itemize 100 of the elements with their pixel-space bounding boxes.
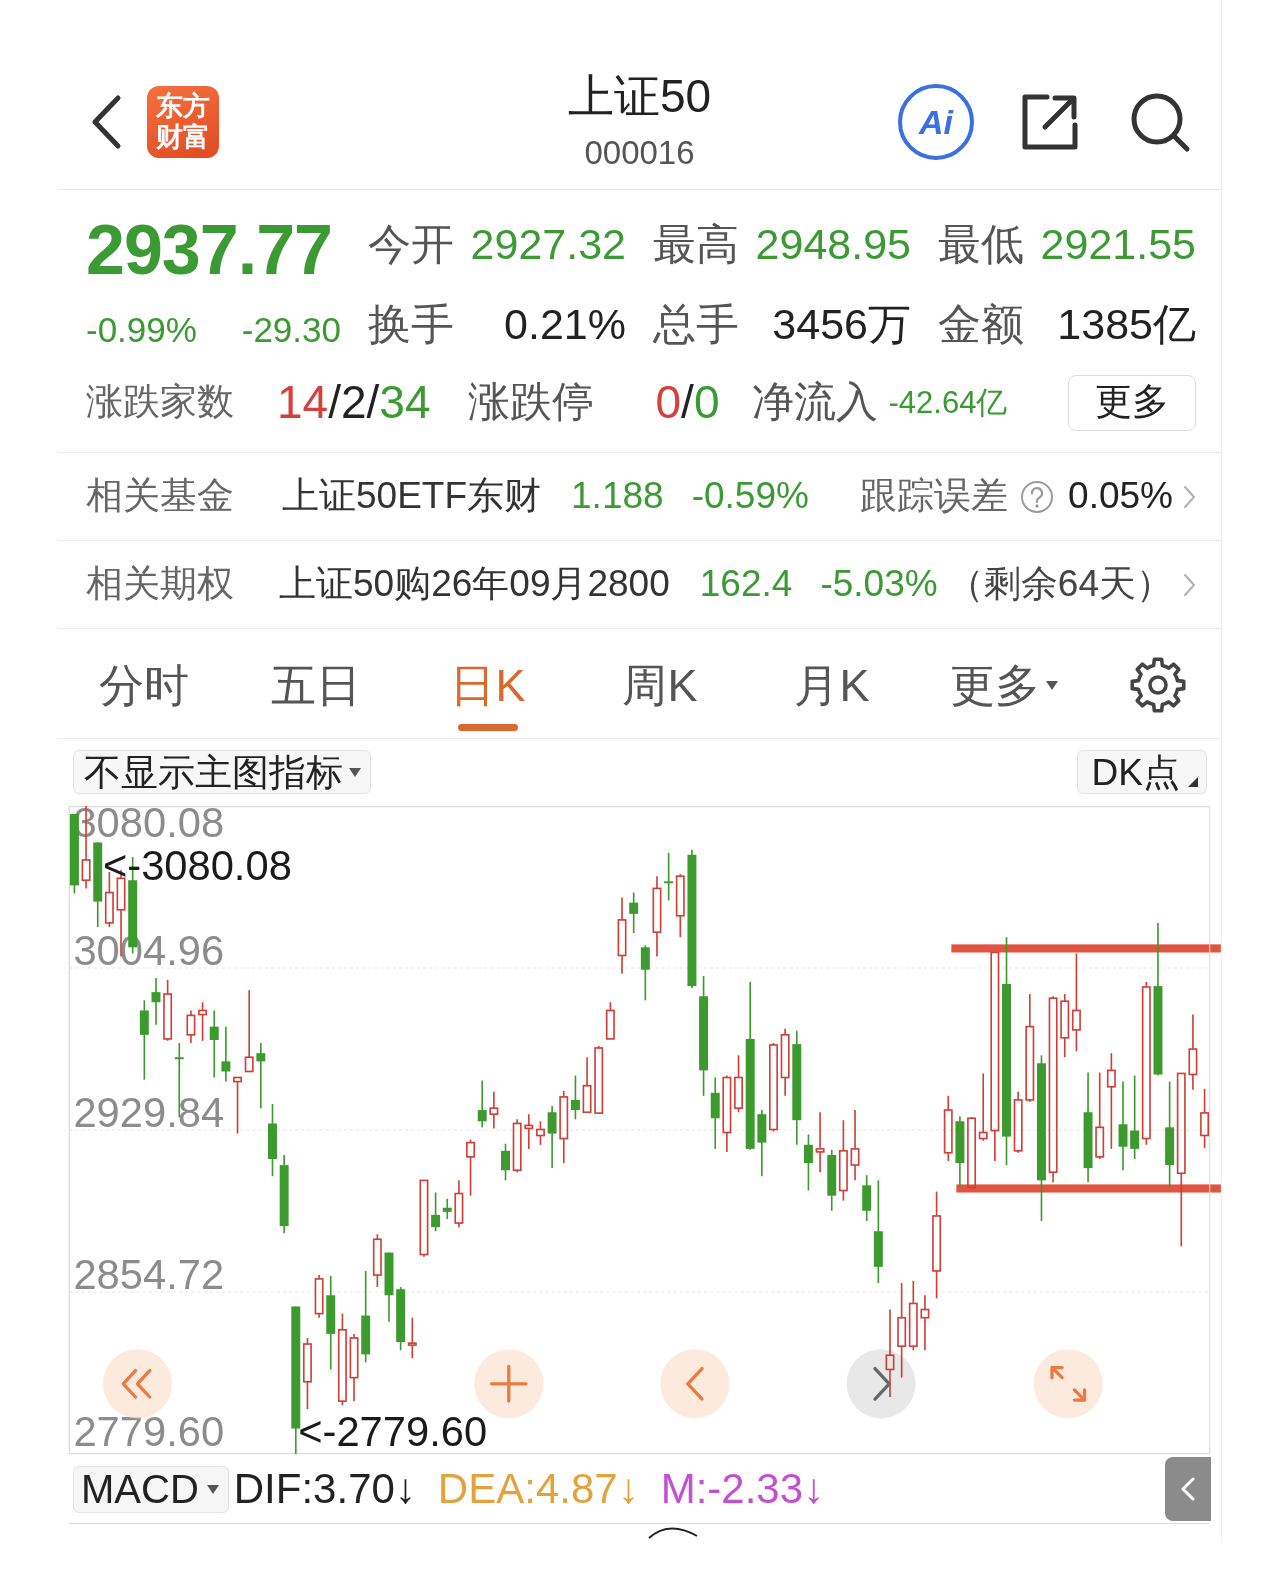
caret-icon xyxy=(206,1484,219,1494)
stat-value: 2921.55 xyxy=(1040,219,1196,271)
axis-label: 2929.84 xyxy=(73,1089,225,1136)
indicator-dropdown[interactable]: 不显示主图指标 xyxy=(73,750,371,794)
candle xyxy=(233,1076,242,1135)
days-remaining: （剩余64天） xyxy=(946,562,1173,607)
limit-label: 涨跌停 xyxy=(467,377,594,428)
corner-triangle-icon xyxy=(1188,777,1198,787)
back-icon[interactable] xyxy=(90,94,122,150)
macd-value: DIF:3.70↓ xyxy=(233,1463,416,1514)
index-code: 000016 xyxy=(584,133,695,173)
dk-button[interactable]: DK点 xyxy=(1076,750,1207,794)
candle xyxy=(640,944,650,1002)
stat-label: 金额 xyxy=(938,299,1024,351)
candle xyxy=(734,1054,743,1114)
collapse-button[interactable] xyxy=(1165,1457,1211,1521)
candle xyxy=(547,1105,557,1169)
candle xyxy=(920,1294,930,1352)
candle xyxy=(594,1045,604,1114)
candle xyxy=(163,979,173,1042)
candle xyxy=(757,1109,767,1178)
candle xyxy=(815,1111,825,1173)
stat-value: 1385亿 xyxy=(1057,299,1196,351)
fast-back-button[interactable] xyxy=(102,1349,173,1419)
candle xyxy=(477,1079,487,1129)
more-button[interactable]: 更多 xyxy=(1068,374,1196,431)
chevron-left-icon xyxy=(1181,1477,1195,1501)
app-logo: 东方财富 xyxy=(147,86,219,158)
option-name: 上证50购26年09月2800 xyxy=(279,562,670,607)
fund-change: -0.59% xyxy=(691,474,809,519)
candle xyxy=(582,1056,592,1114)
advance-decline-label: 涨跌家数 xyxy=(86,380,234,425)
settings-icon[interactable] xyxy=(1130,657,1186,713)
plus-icon xyxy=(489,1364,528,1403)
candle xyxy=(489,1090,499,1130)
macd-value: M:-2.33↓ xyxy=(660,1463,825,1514)
chevron-right-icon xyxy=(1183,484,1196,509)
related-label: 相关期权 xyxy=(86,562,234,607)
stat-label: 总手 xyxy=(653,299,739,351)
period-tab[interactable]: 月K xyxy=(786,647,878,731)
indicator-dropdown[interactable]: MACD xyxy=(73,1465,229,1513)
stat-value: 3456万 xyxy=(772,299,911,351)
period-tab[interactable]: 周K xyxy=(614,647,706,731)
expand-icon xyxy=(1050,1365,1087,1402)
candle xyxy=(466,1138,476,1197)
option-price: 162.4 xyxy=(699,562,793,607)
search-icon[interactable] xyxy=(1129,91,1191,153)
chevron-right-icon xyxy=(1183,572,1196,597)
curve-drawing xyxy=(647,1524,699,1539)
index-title: 上证50 xyxy=(567,69,712,123)
next-button[interactable] xyxy=(846,1349,916,1419)
candle xyxy=(151,977,161,1026)
limit-counts: 0/0 xyxy=(655,374,720,430)
fullscreen-button[interactable] xyxy=(1033,1349,1103,1419)
candle xyxy=(943,1095,953,1162)
candle xyxy=(1013,1090,1023,1154)
caret-icon xyxy=(1046,680,1058,690)
candle xyxy=(675,873,685,938)
axis-label: 3004.96 xyxy=(73,927,225,974)
candle xyxy=(536,1120,545,1146)
related-label: 相关基金 xyxy=(86,474,234,519)
candle xyxy=(605,1001,615,1040)
fund-price: 1.188 xyxy=(571,474,664,519)
caret-icon xyxy=(349,767,361,777)
stat-label: 最高 xyxy=(653,219,739,271)
candle xyxy=(221,1025,231,1083)
ai-button[interactable]: Ai xyxy=(898,84,974,160)
period-tab[interactable]: 更多 xyxy=(942,647,1066,731)
previous-button[interactable] xyxy=(660,1349,730,1419)
candle xyxy=(780,1027,790,1097)
macd-value: DEA:4.87↓ xyxy=(437,1463,639,1514)
candle xyxy=(256,1042,266,1109)
axis-label: 2854.72 xyxy=(73,1250,225,1298)
period-tab[interactable]: 分时 xyxy=(91,647,197,731)
current-price: 2937.77 xyxy=(86,215,334,285)
candle xyxy=(524,1113,534,1150)
chevron-right-icon xyxy=(873,1366,891,1401)
candle xyxy=(664,852,674,902)
stat-label: 换手 xyxy=(368,299,454,351)
share-icon[interactable] xyxy=(1020,92,1080,152)
candle xyxy=(501,1142,510,1182)
candle xyxy=(629,891,639,934)
change-percent: -0.99% xyxy=(86,309,197,351)
chevron-left-icon xyxy=(686,1366,704,1401)
candle xyxy=(186,1009,196,1044)
option-change: -5.03% xyxy=(820,562,938,607)
candle xyxy=(384,1251,394,1323)
fund-name: 上证50ETF东财 xyxy=(282,474,542,519)
stat-value: 2948.95 xyxy=(755,219,911,271)
candle xyxy=(827,1148,837,1212)
stat-label: 今开 xyxy=(368,219,454,271)
help-icon[interactable] xyxy=(1020,479,1055,514)
tracking-error-value: 0.05% xyxy=(1068,474,1173,519)
candle xyxy=(1200,1088,1210,1149)
candle xyxy=(978,1072,988,1142)
axis-label: 2779.60 xyxy=(73,1407,225,1455)
zoom-in-button[interactable] xyxy=(474,1349,544,1419)
candle xyxy=(314,1274,324,1319)
period-tab[interactable]: 五日 xyxy=(263,647,369,731)
tracking-error-label: 跟踪误差 xyxy=(860,474,1009,519)
